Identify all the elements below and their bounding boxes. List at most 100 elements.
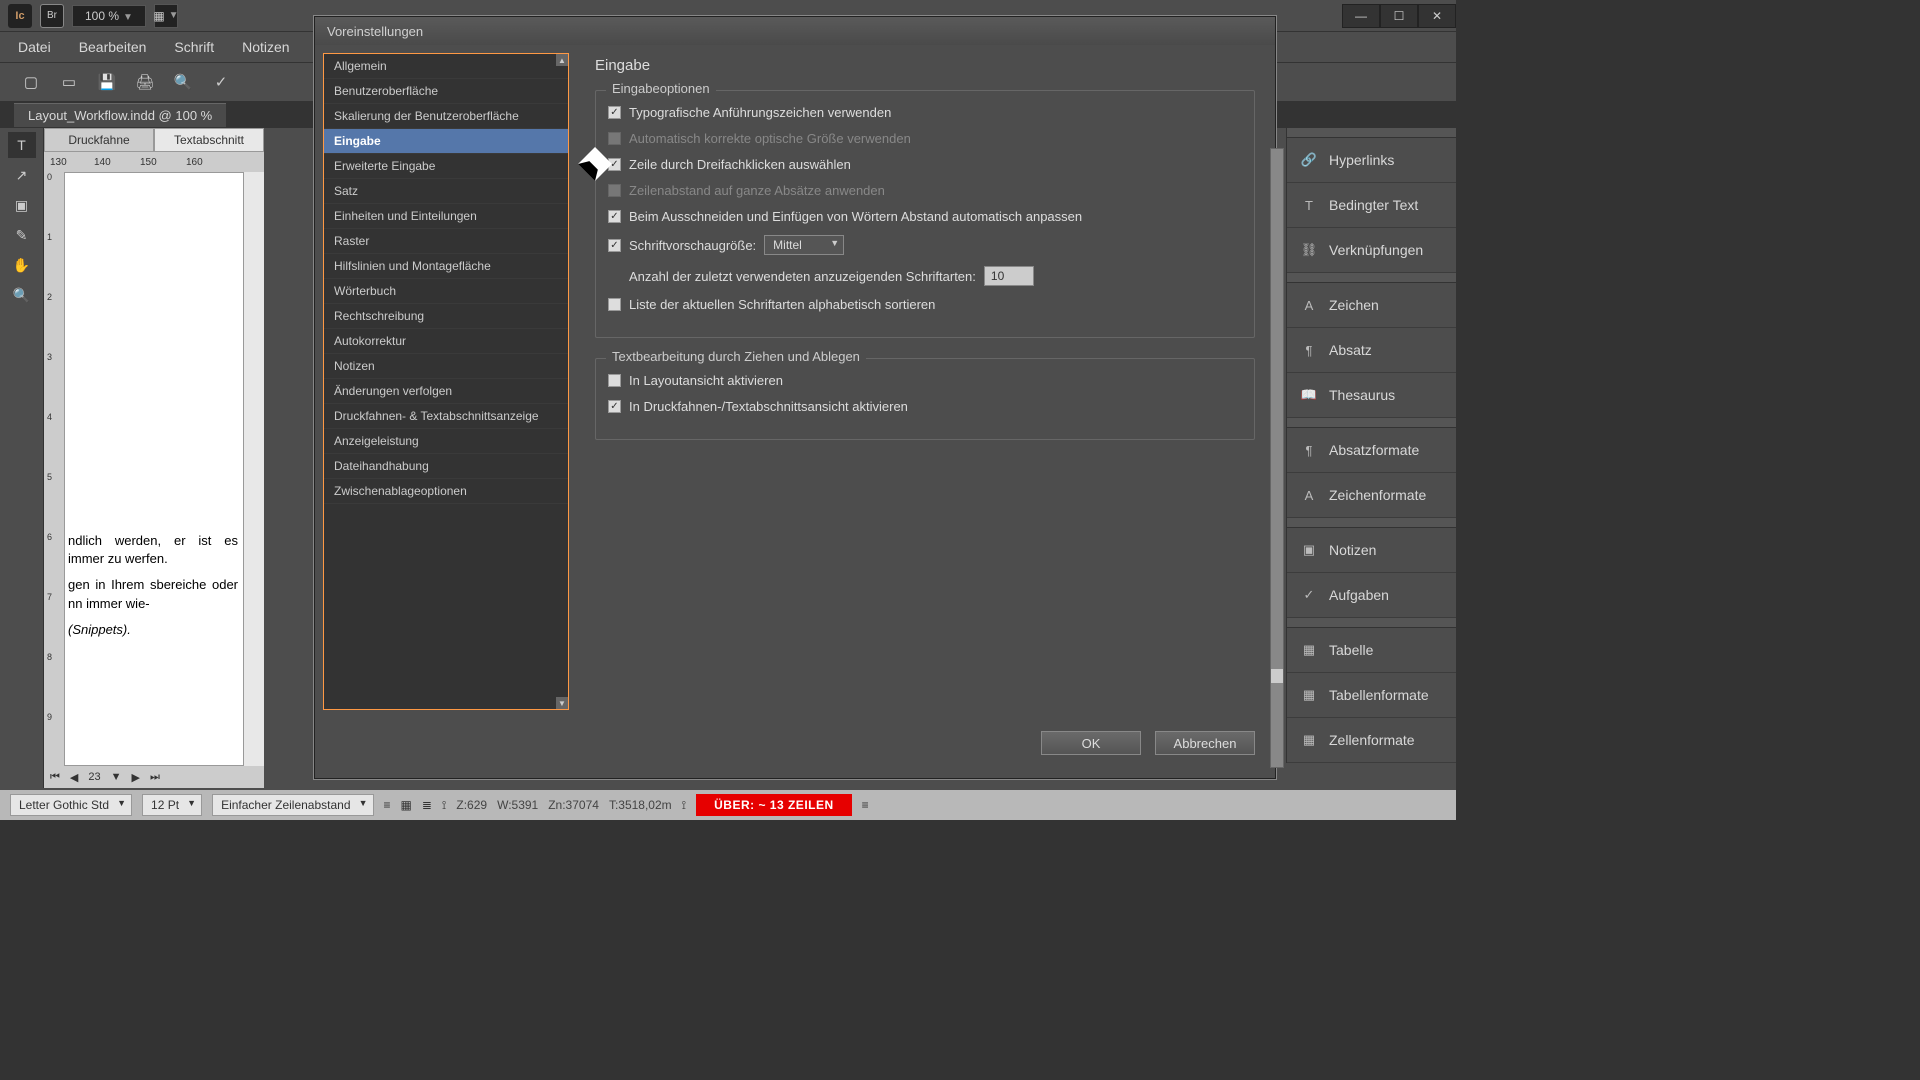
panel-aufgaben[interactable]: ✓Aufgaben bbox=[1287, 573, 1456, 618]
body-text[interactable]: ndlich werden, er ist es immer zu werfen… bbox=[68, 532, 238, 647]
panel-handle[interactable] bbox=[1287, 128, 1456, 138]
panel-zellenformate[interactable]: ▦Zellenformate bbox=[1287, 718, 1456, 763]
panel-bedingter-text[interactable]: TBedingter Text bbox=[1287, 183, 1456, 228]
panel-hyperlinks[interactable]: 🔗Hyperlinks bbox=[1287, 138, 1456, 183]
panel-verknüpfungen[interactable]: ⛓Verknüpfungen bbox=[1287, 228, 1456, 273]
search-icon[interactable]: 🔍 bbox=[172, 71, 194, 93]
prev-page-icon[interactable]: ◀ bbox=[70, 771, 78, 784]
category-item[interactable]: Anzeigeleistung bbox=[324, 429, 568, 454]
input-recent-fonts[interactable] bbox=[984, 266, 1034, 286]
overset-badge[interactable]: ÜBER: ~ 13 ZEILEN bbox=[696, 794, 852, 816]
checkbox-adjust-spacing[interactable]: ✓ bbox=[608, 210, 621, 223]
panel-absatz[interactable]: ¶Absatz bbox=[1287, 328, 1456, 373]
category-item[interactable]: Autokorrektur bbox=[324, 329, 568, 354]
panel-absatzformate[interactable]: ¶Absatzformate bbox=[1287, 428, 1456, 473]
panel-handle[interactable] bbox=[1287, 273, 1456, 283]
scrollbar-thumb[interactable] bbox=[1271, 669, 1283, 683]
category-item[interactable]: Eingabe bbox=[324, 129, 568, 154]
maximize-button[interactable]: ☐ bbox=[1380, 4, 1418, 28]
close-button[interactable]: ✕ bbox=[1418, 4, 1456, 28]
panel-notizen[interactable]: ▣Notizen bbox=[1287, 528, 1456, 573]
category-item[interactable]: Erweiterte Eingabe bbox=[324, 154, 568, 179]
mode-tab-story[interactable]: Textabschnitt bbox=[154, 128, 264, 152]
category-item[interactable]: Allgemein bbox=[324, 54, 568, 79]
last-page-icon[interactable]: ⏭ bbox=[150, 771, 160, 784]
checkbox-font-preview[interactable]: ✓ bbox=[608, 239, 621, 252]
panel-handle[interactable] bbox=[1287, 518, 1456, 528]
type-tool-icon[interactable]: T bbox=[8, 132, 36, 158]
print-icon[interactable]: 🖨 bbox=[134, 71, 156, 93]
panel-tabellenformate[interactable]: ▦Tabellenformate bbox=[1287, 673, 1456, 718]
category-item[interactable]: Dateihandhabung bbox=[324, 454, 568, 479]
scroll-up-icon[interactable]: ▲ bbox=[556, 54, 568, 66]
label-font-preview: Schriftvorschaugröße: bbox=[629, 238, 756, 253]
category-item[interactable]: Benutzeroberfläche bbox=[324, 79, 568, 104]
note-tool-icon[interactable]: ▣ bbox=[8, 192, 36, 218]
menu-schrift[interactable]: Schrift bbox=[162, 34, 226, 60]
status-bar: Letter Gothic Std 12 Pt Einfacher Zeilen… bbox=[0, 790, 1456, 820]
scroll-down-icon[interactable]: ▼ bbox=[556, 697, 568, 709]
label-triple-click: Zeile durch Dreifachklicken auswählen bbox=[629, 157, 851, 172]
category-item[interactable]: Notizen bbox=[324, 354, 568, 379]
panel-zeichen[interactable]: AZeichen bbox=[1287, 283, 1456, 328]
checkbox-sort-alpha[interactable] bbox=[608, 298, 621, 311]
category-item[interactable]: Änderungen verfolgen bbox=[324, 379, 568, 404]
menu-datei[interactable]: Datei bbox=[6, 34, 63, 60]
category-list[interactable]: ▲ AllgemeinBenutzeroberflächeSkalierung … bbox=[323, 53, 569, 710]
category-item[interactable]: Zwischenablageoptionen bbox=[324, 479, 568, 504]
category-item[interactable]: Satz bbox=[324, 179, 568, 204]
page-dropdown-icon[interactable]: ▼ bbox=[111, 771, 122, 783]
document-tab[interactable]: Layout_Workflow.indd @ 100 % bbox=[14, 103, 226, 127]
ruler-icon[interactable]: ⟟ bbox=[442, 798, 446, 813]
page-content[interactable] bbox=[64, 172, 244, 766]
zoom-tool-icon[interactable]: 🔍 bbox=[8, 282, 36, 308]
panel-thesaurus[interactable]: 📖Thesaurus bbox=[1287, 373, 1456, 418]
page-navigator[interactable]: ⏮ ◀ 23 ▼ ▶ ⏭ bbox=[44, 766, 264, 788]
panel-zeichenformate[interactable]: AZeichenformate bbox=[1287, 473, 1456, 518]
view-mode-button[interactable]: ▦▼ bbox=[154, 4, 178, 28]
checkbox-typographic-quotes[interactable]: ✓ bbox=[608, 106, 621, 119]
open-icon[interactable]: ▭ bbox=[58, 71, 80, 93]
panel-tabelle[interactable]: ▦Tabelle bbox=[1287, 628, 1456, 673]
overset-icon[interactable]: ⟟ bbox=[682, 798, 686, 813]
list-icon[interactable]: ≣ bbox=[422, 798, 432, 812]
eyedropper-tool-icon[interactable]: ✎ bbox=[8, 222, 36, 248]
page-number[interactable]: 23 bbox=[88, 771, 100, 783]
checkbox-layout-view[interactable] bbox=[608, 374, 621, 387]
panel-label: Verknüpfungen bbox=[1329, 242, 1423, 258]
category-item[interactable]: Einheiten und Einteilungen bbox=[324, 204, 568, 229]
status-size-select[interactable]: 12 Pt bbox=[142, 794, 202, 816]
panel-handle[interactable] bbox=[1287, 418, 1456, 428]
justify-icon[interactable]: ▦ bbox=[401, 798, 412, 812]
position-tool-icon[interactable]: ↗ bbox=[8, 162, 36, 188]
vertical-scrollbar[interactable] bbox=[1270, 148, 1284, 768]
status-font-select[interactable]: Letter Gothic Std bbox=[10, 794, 132, 816]
menu-icon[interactable]: ≡ bbox=[862, 798, 869, 812]
status-leading-select[interactable]: Einfacher Zeilenabstand bbox=[212, 794, 373, 816]
mode-tab-galley[interactable]: Druckfahne bbox=[44, 128, 154, 152]
hand-tool-icon[interactable]: ✋ bbox=[8, 252, 36, 278]
bridge-badge[interactable]: Br bbox=[40, 4, 64, 28]
align-icon[interactable]: ≡ bbox=[384, 798, 391, 812]
spellcheck-icon[interactable]: ✓ bbox=[210, 71, 232, 93]
new-icon[interactable]: ▢ bbox=[20, 71, 42, 93]
minimize-button[interactable]: — bbox=[1342, 4, 1380, 28]
ok-button[interactable]: OK bbox=[1041, 731, 1141, 755]
category-item[interactable]: Druckfahnen- & Textabschnittsanzeige bbox=[324, 404, 568, 429]
first-page-icon[interactable]: ⏮ bbox=[50, 771, 60, 784]
zoom-level[interactable]: 100 %▼ bbox=[72, 5, 146, 27]
menu-notizen[interactable]: Notizen bbox=[230, 34, 301, 60]
category-item[interactable]: Wörterbuch bbox=[324, 279, 568, 304]
checkbox-story-view[interactable]: ✓ bbox=[608, 400, 621, 413]
save-icon[interactable]: 💾 bbox=[96, 71, 118, 93]
category-item[interactable]: Skalierung der Benutzeroberfläche bbox=[324, 104, 568, 129]
category-item[interactable]: Hilfslinien und Montagefläche bbox=[324, 254, 568, 279]
next-page-icon[interactable]: ▶ bbox=[132, 771, 140, 784]
select-font-preview-size[interactable]: Mittel bbox=[764, 235, 844, 255]
cancel-button[interactable]: Abbrechen bbox=[1155, 731, 1255, 755]
menu-bearbeiten[interactable]: Bearbeiten bbox=[67, 34, 159, 60]
category-item[interactable]: Raster bbox=[324, 229, 568, 254]
panel-handle[interactable] bbox=[1287, 618, 1456, 628]
category-item[interactable]: Rechtschreibung bbox=[324, 304, 568, 329]
pane-title: Eingabe bbox=[595, 57, 1255, 74]
